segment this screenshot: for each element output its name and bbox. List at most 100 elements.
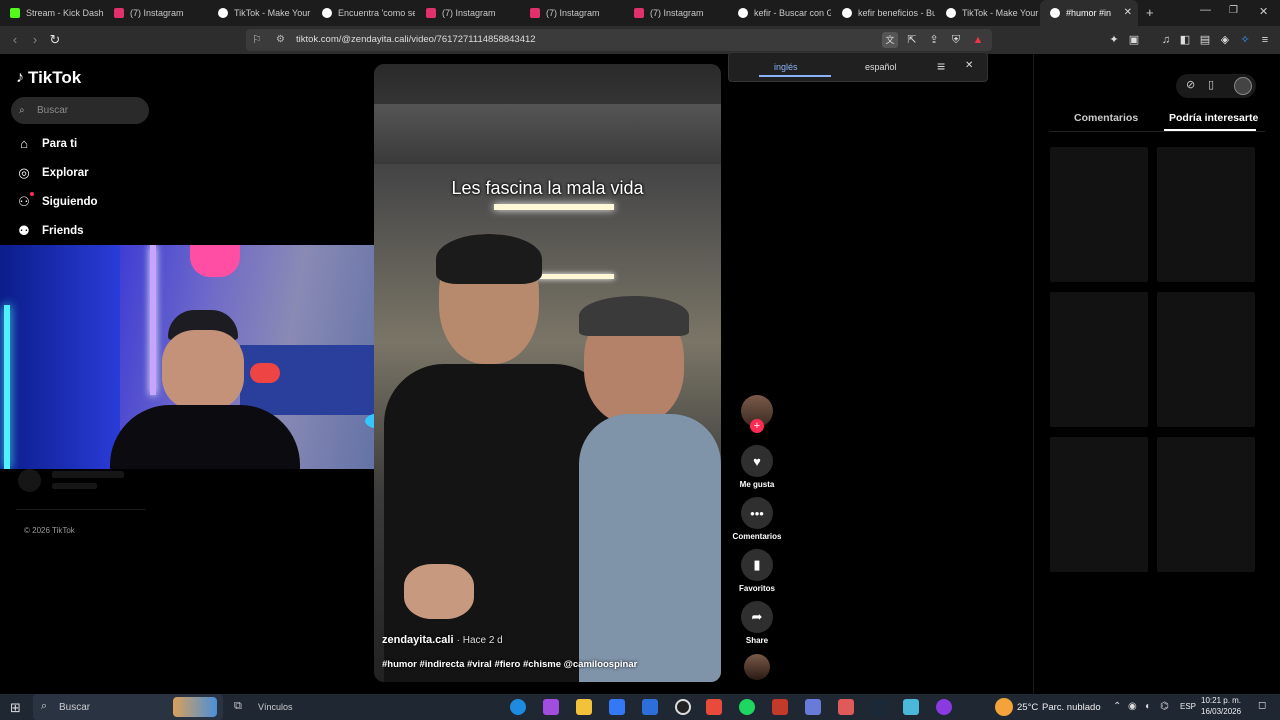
browser-tab[interactable]: TikTok - Make Your xyxy=(208,0,311,26)
browser-tab-active[interactable]: #humor #in ✕ xyxy=(1040,0,1138,26)
profile-avatar[interactable] xyxy=(1234,77,1252,95)
favorites-button[interactable]: ▮ Favoritos xyxy=(739,549,775,593)
store-icon[interactable] xyxy=(609,699,625,715)
steam-icon[interactable] xyxy=(870,699,886,715)
app-icon[interactable] xyxy=(903,699,919,715)
wallet-icon[interactable]: ▣ xyxy=(1126,32,1142,48)
nav-label: Siguiendo xyxy=(42,196,98,208)
ai-icon[interactable]: ✧ xyxy=(1237,32,1253,48)
app-icon[interactable] xyxy=(805,699,821,715)
thumbnail-placeholder[interactable] xyxy=(1050,437,1148,572)
device-icon[interactable]: ▯ xyxy=(1208,78,1214,91)
extensions-icon[interactable]: ✦ xyxy=(1106,32,1122,48)
file-explorer-icon[interactable] xyxy=(576,699,592,715)
tab-interest[interactable]: Podría interesarte xyxy=(1169,112,1258,124)
thumbnail-placeholder[interactable] xyxy=(1157,147,1255,282)
weather-temp[interactable]: 25°C xyxy=(1017,702,1038,713)
browser-tab[interactable]: Encuentra 'como se xyxy=(312,0,415,26)
browser-tab[interactable]: (7) Instagram xyxy=(520,0,623,26)
spotify-icon[interactable] xyxy=(739,699,755,715)
share-button[interactable]: ➦ Share xyxy=(740,601,774,645)
browser-tab[interactable]: (7) Instagram xyxy=(416,0,519,26)
tab-label: kefir - Buscar con G xyxy=(754,8,831,18)
thumbnail-placeholder[interactable] xyxy=(1050,292,1148,427)
open-external-icon[interactable]: ⇱ xyxy=(904,32,920,48)
tray-app-icon[interactable]: ◉ xyxy=(1128,701,1137,712)
comments-button[interactable]: ••• Comentarios xyxy=(733,497,781,541)
video-author[interactable]: zendayita.cali xyxy=(382,634,454,646)
like-button[interactable]: ♥ Me gusta xyxy=(740,445,774,489)
lang-english-tab[interactable]: inglés xyxy=(774,62,798,72)
creator-avatar[interactable]: + xyxy=(740,395,774,433)
browser-tab[interactable]: kefir - Buscar con G xyxy=(728,0,831,26)
bookmark-icon[interactable]: ⚐ xyxy=(252,29,262,51)
brave-icon[interactable] xyxy=(706,699,722,715)
tab-label: (7) Instagram xyxy=(442,8,496,18)
browser-tab[interactable]: TikTok - Make Your xyxy=(936,0,1039,26)
language-indicator[interactable]: ESP xyxy=(1180,702,1196,711)
nav-explorar[interactable]: ◎ Explorar xyxy=(16,165,88,181)
thumbnail-placeholder[interactable] xyxy=(1157,437,1255,572)
tiktok-note-icon: ♪ xyxy=(16,69,24,86)
taskbar-search[interactable]: ⌕ Buscar xyxy=(33,694,223,720)
close-tab-icon[interactable]: ✕ xyxy=(1124,7,1132,18)
weather-desc[interactable]: Parc. nublado xyxy=(1042,702,1101,713)
music-disc[interactable] xyxy=(740,654,774,680)
app-icon[interactable] xyxy=(936,699,952,715)
notifications-icon[interactable]: ◻ xyxy=(1258,700,1266,711)
copilot-icon[interactable] xyxy=(543,699,559,715)
follow-plus-icon[interactable]: + xyxy=(750,419,764,433)
vpn-icon[interactable]: ▤ xyxy=(1197,32,1213,48)
tiktok-logo[interactable]: ♪ TikTok xyxy=(16,68,81,88)
browser-tab[interactable]: (7) Instagram xyxy=(104,0,207,26)
nav-para-ti[interactable]: ⌂ Para ti xyxy=(16,136,77,152)
forward-icon[interactable]: › xyxy=(27,32,43,47)
url-field[interactable]: ⚐ ⚙ tiktok.com/@zendayita.cali/video/761… xyxy=(246,29,992,51)
thumbnail-placeholder[interactable] xyxy=(1050,147,1148,282)
browser-tab[interactable]: (7) Instagram xyxy=(624,0,727,26)
back-icon[interactable]: ‹ xyxy=(7,32,23,47)
menu-icon[interactable]: ≡ xyxy=(1257,32,1273,48)
share-page-icon[interactable]: ⇪ xyxy=(926,32,942,48)
volume-icon[interactable]: ◖ xyxy=(1144,701,1150,712)
sidebar-toggle-icon[interactable]: ◧ xyxy=(1177,32,1193,48)
brave-shield-icon[interactable]: ⛨ xyxy=(948,32,964,48)
app-icon[interactable] xyxy=(838,699,854,715)
browser-tab[interactable]: kefir beneficios - Bu xyxy=(832,0,935,26)
thumbnail-placeholder[interactable] xyxy=(1157,292,1255,427)
browser-tab[interactable]: Stream - Kick Dashb xyxy=(0,0,103,26)
lang-spanish-tab[interactable]: español xyxy=(865,62,897,72)
translate-icon[interactable]: 文 xyxy=(882,32,898,48)
menu-icon[interactable]: ≡ xyxy=(937,58,945,74)
site-info-icon[interactable]: ⚙ xyxy=(276,29,285,51)
edge-icon[interactable] xyxy=(510,699,526,715)
maximize-button[interactable]: ❐ xyxy=(1229,5,1238,16)
mail-icon[interactable] xyxy=(642,699,658,715)
close-window-button[interactable]: ✕ xyxy=(1259,5,1268,18)
close-icon[interactable]: ✕ xyxy=(965,60,973,71)
shield-icon[interactable]: ◈ xyxy=(1217,32,1233,48)
tab-comments[interactable]: Comentarios xyxy=(1074,112,1138,124)
tray-chevron-icon[interactable]: ⌃ xyxy=(1113,701,1121,712)
settings-icon[interactable]: ⊘ xyxy=(1186,78,1195,91)
obs-icon[interactable] xyxy=(675,699,691,715)
home-icon: ⌂ xyxy=(20,136,28,151)
reload-icon[interactable]: ↻ xyxy=(47,32,63,48)
taskbar-links[interactable]: Vínculos xyxy=(258,702,293,712)
nav-siguiendo[interactable]: ⚇ Siguiendo xyxy=(16,192,98,210)
music-icon[interactable]: ♫ xyxy=(1158,32,1174,48)
video-player[interactable]: Les fascina la mala vida zendayita.cali … xyxy=(374,64,721,682)
search-input[interactable]: ⌕ Buscar xyxy=(11,97,149,124)
network-icon[interactable]: ⌬ xyxy=(1160,701,1169,712)
new-tab-button[interactable]: + xyxy=(1146,5,1154,20)
winrar-icon[interactable] xyxy=(772,699,788,715)
clock-time[interactable]: 10:21 p. m. xyxy=(1201,696,1241,705)
task-view-icon[interactable]: ⧉ xyxy=(234,700,242,713)
video-hashtags[interactable]: #humor #indirecta #viral #fiero #chisme … xyxy=(382,659,637,670)
nav-friends[interactable]: ⚉ Friends xyxy=(16,223,83,239)
clock-date[interactable]: 16/03/2026 xyxy=(1201,707,1241,716)
rewards-icon[interactable]: ▲ xyxy=(970,32,986,48)
windows-start-icon[interactable]: ⊞ xyxy=(10,700,21,716)
hand xyxy=(404,564,474,619)
minimize-button[interactable]: — xyxy=(1200,4,1211,16)
